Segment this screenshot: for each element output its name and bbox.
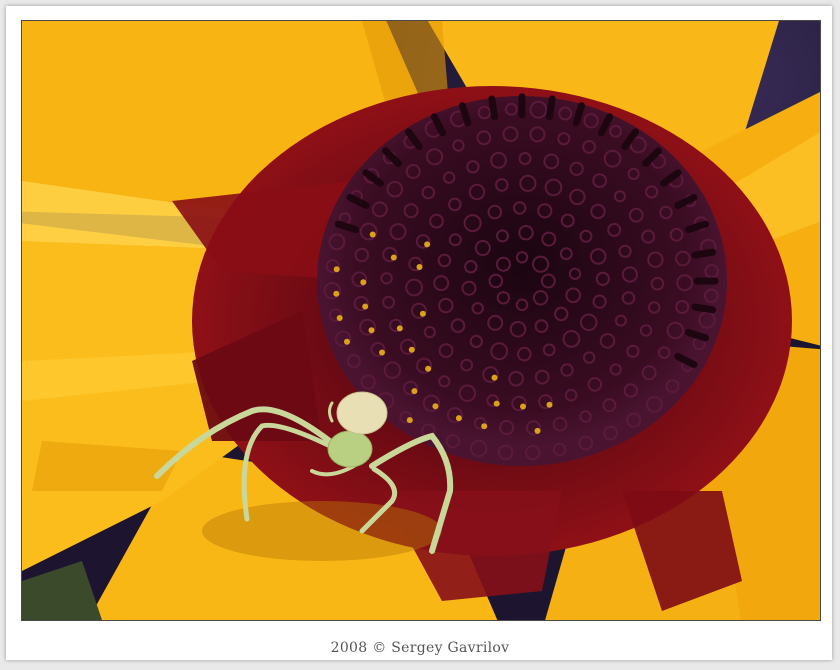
stamen [545, 95, 556, 121]
pollen-dot [424, 241, 431, 248]
pollen-dot [362, 303, 369, 310]
pollen-dot [419, 310, 426, 317]
stamen [691, 303, 717, 314]
pollen-dot [379, 349, 385, 356]
pollen-dot [411, 388, 418, 395]
pollen-dot [360, 279, 367, 286]
flower-illustration [22, 21, 820, 620]
stamen [488, 95, 499, 121]
pollen-dot [333, 266, 340, 273]
pollen-dot [481, 423, 488, 430]
pollen-dot [520, 403, 526, 410]
copyright-caption: 2008 © Sergey Gavrilov [330, 640, 510, 656]
pollen-dot [396, 325, 403, 332]
pollen-dot [534, 427, 541, 434]
pollen-dot [333, 290, 340, 297]
pollen-dot [432, 403, 439, 410]
pollen-dot [491, 374, 498, 381]
photograph [21, 20, 821, 621]
pollen-dot [369, 231, 376, 238]
pollen-dot [344, 338, 350, 345]
pollen-dot [368, 327, 375, 334]
pollen-dot [546, 401, 553, 408]
pollen-dot [455, 415, 462, 422]
pollen-dot [425, 365, 432, 372]
pollen-dot [416, 264, 423, 270]
stamen [691, 248, 717, 259]
pollen-dot [336, 315, 343, 321]
pollen-dot [390, 254, 397, 261]
pollen-dot [493, 400, 500, 407]
pollen-dot [408, 346, 415, 353]
pollen-dot [406, 417, 413, 424]
